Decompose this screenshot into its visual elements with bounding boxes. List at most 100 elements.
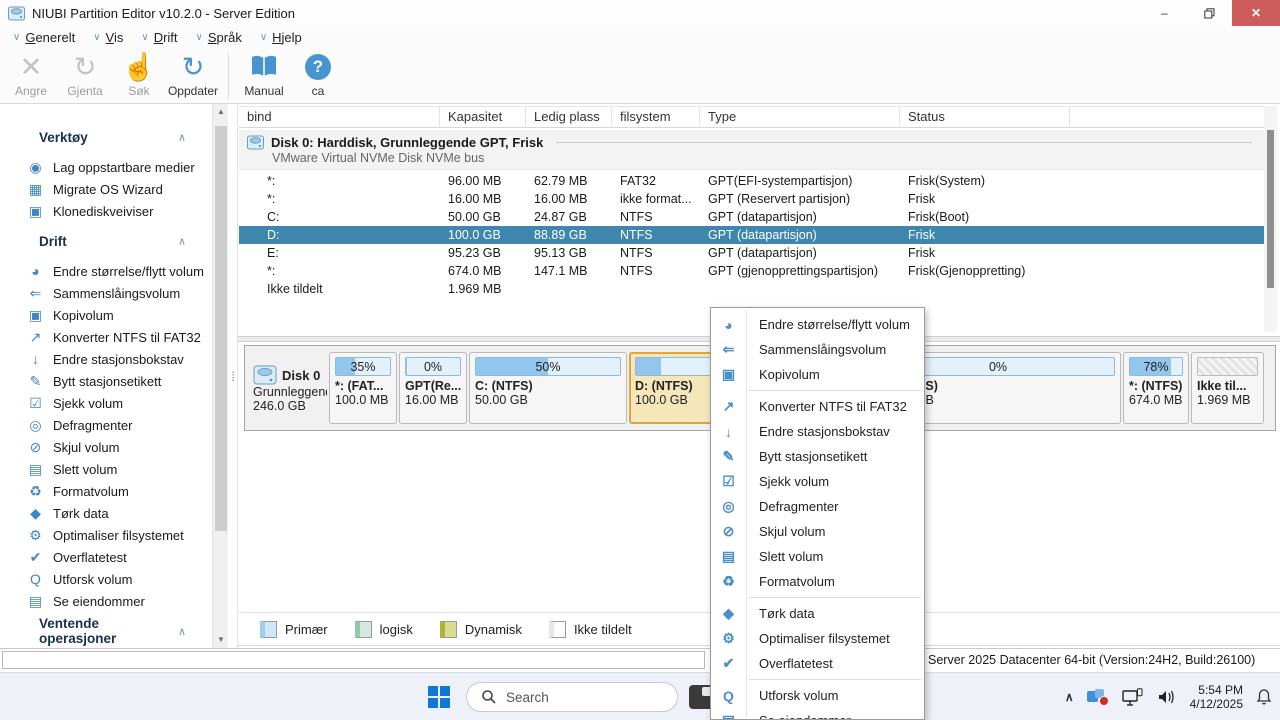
redo-icon: ↻ — [73, 52, 97, 82]
partition-label: GPT(Re... — [405, 379, 462, 393]
context-menu-item-slett-volum[interactable]: ▤ Slett volum — [711, 544, 924, 569]
ca-button[interactable]: ? ca — [291, 48, 345, 98]
sidebar-item-endre-stasjonsbokstav[interactable]: ↓ Endre stasjonsbokstav — [0, 348, 212, 370]
scroll-down-icon[interactable]: ▼ — [213, 632, 229, 648]
section-header-drift[interactable]: Drift ∧ — [0, 230, 212, 252]
column-header-type[interactable]: Type — [700, 107, 900, 128]
close-button[interactable]: ✕ — [1232, 0, 1280, 26]
notifications-bell-icon[interactable] — [1256, 688, 1272, 706]
table-scrollbar-thumb[interactable] — [1267, 130, 1274, 288]
sidebar-item-defragmenter[interactable]: ◎ Defragmenter — [0, 414, 212, 436]
menu-item-hjelp[interactable]: ∨ Hjelp — [251, 26, 311, 48]
partition-block-ikke-til[interactable]: Ikke til... 1.969 MB — [1191, 352, 1264, 424]
menu-item-vis[interactable]: ∨ Vis — [84, 26, 132, 48]
sidebar-item-label: Optimaliser filsystemet — [53, 527, 184, 543]
context-menu-item-formatvolum[interactable]: ♻ Formatvolum — [711, 569, 924, 594]
table-row-ikke-tildelt[interactable]: Ikke tildelt 1.969 MB — [239, 280, 1264, 298]
context-menu-item-endre-størrelse-flytt-volum[interactable]: ◕ Endre størrelse/flytt volum — [711, 312, 924, 337]
thumbs-up-icon: ☝ — [122, 52, 156, 82]
menu-item-generelt[interactable]: ∨ Generelt — [4, 26, 84, 48]
sidebar-item-overflatetest[interactable]: ✔ Overflatetest — [0, 546, 212, 568]
column-header-ledig-plass[interactable]: Ledig plass — [526, 107, 612, 128]
context-menu-item-endre-stasjonsbokstav[interactable]: ↓ Endre stasjonsbokstav — [711, 419, 924, 444]
partition-block-c-ntfs[interactable]: 50% C: (NTFS) 50.00 GB — [469, 352, 627, 424]
context-menu-item-overflatetest[interactable]: ✔ Overflatetest — [711, 651, 924, 676]
context-menu-item-bytt-stasjonsetikett[interactable]: ✎ Bytt stasjonsetikett — [711, 444, 924, 469]
explore-icon: Q — [30, 571, 41, 587]
sidebar-item-label: Klonediskveiviser — [53, 203, 154, 219]
clock[interactable]: 5:54 PM 4/12/2025 — [1190, 683, 1243, 711]
context-menu-item-utforsk-volum[interactable]: Q Utforsk volum — [711, 683, 924, 708]
context-menu-item-sammenslåingsvolum[interactable]: ⇐ Sammenslåingsvolum — [711, 337, 924, 362]
context-menu-item-sjekk-volum[interactable]: ☑ Sjekk volum — [711, 469, 924, 494]
column-header-filsystem[interactable]: filsystem — [612, 107, 700, 128]
oppdater-button[interactable]: ↻ Oppdater — [166, 48, 220, 98]
sidebar-item-sammenslåingsvolum[interactable]: ⇐ Sammenslåingsvolum — [0, 282, 212, 304]
sidebar-item-skjul-volum[interactable]: ⊘ Skjul volum — [0, 436, 212, 458]
sidebar-item-klonediskveiviser[interactable]: ▣ Klonediskveiviser — [0, 200, 212, 222]
table-row-item[interactable]: *: 96.00 MB 62.79 MB FAT32 GPT(EFI-systempar… — [239, 172, 1264, 190]
refresh-icon: ↻ — [181, 52, 205, 82]
menu-item-språk[interactable]: ∨ Språk — [187, 26, 251, 48]
sidebar-item-utforsk-volum[interactable]: Q Utforsk volum — [0, 568, 212, 590]
taskbar-search[interactable]: Search — [466, 682, 678, 712]
context-menu-item-konverter-ntfs-til-fat32[interactable]: ↗ Konverter NTFS til FAT32 — [711, 394, 924, 419]
context-menu-item-kopivolum[interactable]: ▣ Kopivolum — [711, 362, 924, 387]
table-row-c[interactable]: C: 50.00 GB 24.87 GB NTFS GPT (datapartisjon… — [239, 208, 1264, 226]
network-status-icon[interactable] — [1086, 688, 1109, 706]
partition-block-ntfs[interactable]: 78% *: (NTFS) 674.0 MB — [1123, 352, 1189, 424]
partition-block-fat[interactable]: 35% *: (FAT... 100.0 MB — [329, 352, 397, 424]
sidebar-item-endre-størrelse-flytt-volum[interactable]: ◕ Endre størrelse/flytt volum — [0, 260, 212, 282]
sidebar-item-kopivolum[interactable]: ▣ Kopivolum — [0, 304, 212, 326]
sidebar-item-lag-oppstartbare-medier[interactable]: ◉ Lag oppstartbare medier — [0, 156, 212, 178]
sidebar-item-formatvolum[interactable]: ♻ Formatvolum — [0, 480, 212, 502]
table-scrollbar[interactable] — [1264, 106, 1277, 332]
context-menu-item-defragmenter[interactable]: ◎ Defragmenter — [711, 494, 924, 519]
table-row-d[interactable]: D: 100.0 GB 88.89 GB NTFS GPT (datapartisjon… — [239, 226, 1264, 244]
chevron-down-icon: ∨ — [93, 31, 101, 43]
tray-expand-icon[interactable]: ∧ — [1065, 690, 1074, 704]
splitter-handle[interactable]: ⁞ — [229, 104, 237, 648]
sidebar-item-bytt-stasjonsetikett[interactable]: ✎ Bytt stasjonsetikett — [0, 370, 212, 392]
sidebar-item-se-eiendommer[interactable]: ▤ Se eiendommer — [0, 590, 212, 612]
context-menu-item-skjul-volum[interactable]: ⊘ Skjul volum — [711, 519, 924, 544]
menu-item-drift[interactable]: ∨ Drift — [132, 26, 186, 48]
column-header-bind[interactable]: bind — [239, 107, 440, 128]
sidebar-scrollbar[interactable]: ▲ ▼ — [212, 104, 228, 648]
minimize-button[interactable]: – — [1142, 0, 1187, 26]
sidebar-item-konverter-ntfs-til-fat32[interactable]: ↗ Konverter NTFS til FAT32 — [0, 326, 212, 348]
context-menu-item-tørk-data[interactable]: ◆ Tørk data — [711, 601, 924, 626]
section-header-ventende-operasjoner[interactable]: Ventende operasjoner ∧ — [0, 616, 212, 646]
context-menu-item-se-eiendommer[interactable]: ▤ Se eiendommer — [711, 708, 924, 719]
start-button[interactable] — [428, 686, 450, 708]
manual-button[interactable]: Manual — [237, 48, 291, 98]
partition-label: *: (NTFS) — [1129, 379, 1183, 393]
partition-block-gpt-re[interactable]: 0% GPT(Re... 16.00 MB — [399, 352, 467, 424]
sidebar-item-slett-volum[interactable]: ▤ Slett volum — [0, 458, 212, 480]
disk-group-row[interactable]: Disk 0: Harddisk, Grunnleggende GPT, Fri… — [239, 130, 1264, 170]
context-menu-item-optimaliser-filsystemet[interactable]: ⚙ Optimaliser filsystemet — [711, 626, 924, 651]
context-menu-item-label: Formatvolum — [759, 574, 835, 589]
sidebar-item-optimaliser-filsystemet[interactable]: ⚙ Optimaliser filsystemet — [0, 524, 212, 546]
sidebar-item-tørk-data[interactable]: ◆ Tørk data — [0, 502, 212, 524]
section-header-verktøy[interactable]: Verktøy ∧ — [0, 126, 212, 148]
defrag-icon: ◎ — [722, 498, 735, 514]
sidebar-item-sjekk-volum[interactable]: ☑ Sjekk volum — [0, 392, 212, 414]
angre-button: ✕ Angre — [4, 48, 58, 98]
column-header-kapasitet[interactable]: Kapasitet — [440, 107, 526, 128]
scrollbar-thumb[interactable] — [215, 126, 227, 531]
table-row-e[interactable]: E: 95.23 GB 95.13 GB NTFS GPT (datapartisjon… — [239, 244, 1264, 262]
volume-icon[interactable] — [1157, 689, 1177, 705]
display-icon[interactable] — [1121, 687, 1144, 707]
wipe-icon: ◆ — [30, 504, 41, 521]
restore-button[interactable] — [1187, 0, 1232, 26]
copy-icon: ▣ — [28, 306, 43, 323]
table-row-item[interactable]: *: 16.00 MB 16.00 MB ikke format... GPT (Res… — [239, 190, 1264, 208]
table-row-item[interactable]: *: 674.0 MB 147.1 MB NTFS GPT (gjenopprettin… — [239, 262, 1264, 280]
sidebar-item-migrate-os-wizard[interactable]: ▦ Migrate OS Wizard — [0, 178, 212, 200]
disk-info-block[interactable]: Disk 0 Grunnleggend 246.0 GB — [249, 363, 327, 413]
usage-bar — [1197, 357, 1258, 376]
context-menu-item-label: Sammenslåingsvolum — [759, 342, 887, 357]
column-header-status[interactable]: Status — [900, 107, 1070, 128]
scroll-up-icon[interactable]: ▲ — [213, 104, 229, 120]
